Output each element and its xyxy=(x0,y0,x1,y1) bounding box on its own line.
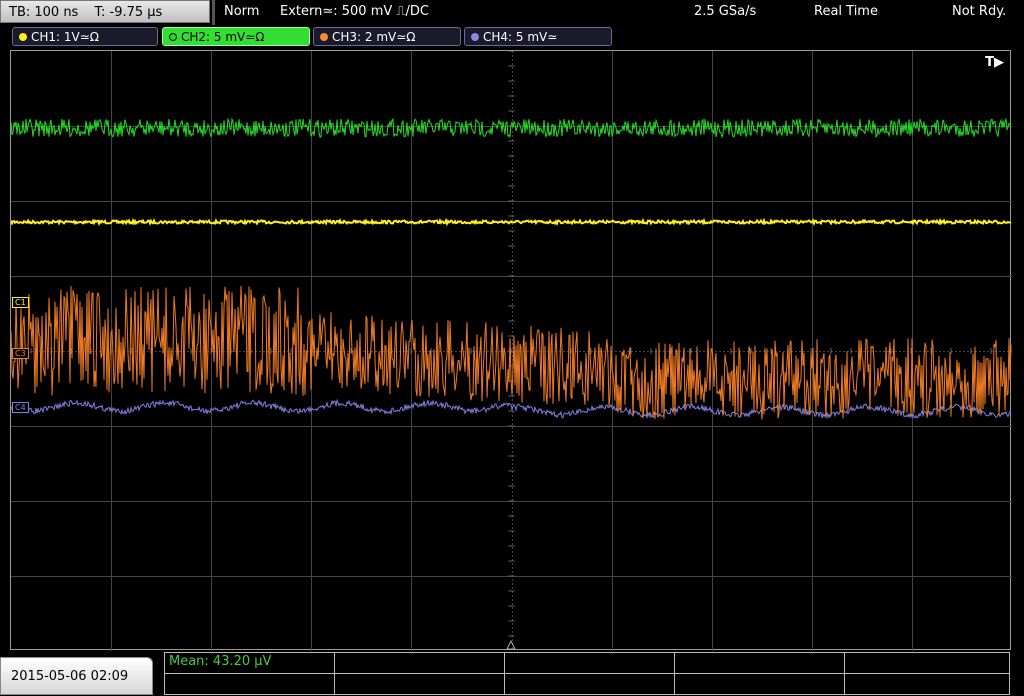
tab-ch1-label: CH1: 1V≃Ω xyxy=(31,30,99,44)
measurement-slot-2[interactable] xyxy=(335,653,505,674)
ch1-offset-marker[interactable]: C1 xyxy=(12,297,29,308)
waveform-display[interactable]: T▶ C1 C3 C4 xyxy=(10,50,1012,651)
ch4-offset-marker[interactable]: C4 xyxy=(12,402,29,413)
acquisition-mode[interactable]: Real Time xyxy=(814,4,878,19)
waveform-canvas xyxy=(11,51,1012,651)
measurement-mean[interactable]: Mean: 43.20 µV xyxy=(165,653,335,674)
ch2-trace xyxy=(11,117,1012,139)
ch3-offset-marker[interactable]: C3 xyxy=(12,348,29,359)
trigger-mode[interactable]: Norm xyxy=(224,4,259,19)
tab-ch2-label: CH2: 5 mV≃Ω xyxy=(181,30,265,44)
channel-tabs: CH1: 1V≃Ω CH2: 5 mV≃Ω CH3: 2 mV≃Ω CH4: 5… xyxy=(0,26,1024,48)
ch4-dot-icon xyxy=(471,33,479,41)
ch3-dot-icon xyxy=(320,33,328,41)
ch2-dot-icon xyxy=(169,33,177,41)
trigger-time-value: T: -9.75 µs xyxy=(94,5,163,20)
measurement-slot-3[interactable] xyxy=(505,653,675,674)
measurement-slot-8[interactable] xyxy=(505,674,675,694)
tab-ch2[interactable]: CH2: 5 mV≃Ω xyxy=(162,27,310,46)
date-time: 2015-05-06 02:09 xyxy=(0,657,153,695)
ch1-dot-icon xyxy=(19,33,27,41)
measurement-slot-10[interactable] xyxy=(845,674,1009,694)
tab-ch1[interactable]: CH1: 1V≃Ω xyxy=(12,27,158,46)
tab-ch4[interactable]: CH4: 5 mV≃ xyxy=(464,27,612,46)
measurement-slot-5[interactable] xyxy=(845,653,1009,674)
status-bar: TB: 100 ns T: -9.75 µs Norm Extern≃: 500… xyxy=(0,0,1024,25)
ch4-trace xyxy=(11,398,1012,420)
measurement-slot-9[interactable] xyxy=(675,674,845,694)
sample-rate: 2.5 GSa/s xyxy=(694,4,757,19)
measurement-slot-6[interactable] xyxy=(165,674,335,694)
measurement-panel[interactable]: Mean: 43.20 µV xyxy=(164,652,1010,695)
measurement-slot-4[interactable] xyxy=(675,653,845,674)
timebase-panel[interactable]: TB: 100 ns T: -9.75 µs xyxy=(0,0,210,23)
status-divider xyxy=(212,0,215,25)
tab-ch3[interactable]: CH3: 2 mV≃Ω xyxy=(313,27,461,46)
trigger-source[interactable]: Extern≃: 500 mV ⎍/DC xyxy=(280,4,429,19)
measurement-slot-7[interactable] xyxy=(335,674,505,694)
timebase-value: TB: 100 ns xyxy=(9,5,79,20)
tab-ch3-label: CH3: 2 mV≃Ω xyxy=(332,30,416,44)
tab-ch4-label: CH4: 5 mV≃ xyxy=(483,30,558,44)
ch1-trace xyxy=(11,217,1012,227)
trigger-position-marker[interactable]: T▶ xyxy=(985,55,1004,70)
trigger-arrow-icon xyxy=(506,639,516,650)
ready-state: Not Rdy. xyxy=(952,4,1007,19)
footer-bar: 2015-05-06 02:09 Mean: 43.20 µV xyxy=(0,652,1024,695)
